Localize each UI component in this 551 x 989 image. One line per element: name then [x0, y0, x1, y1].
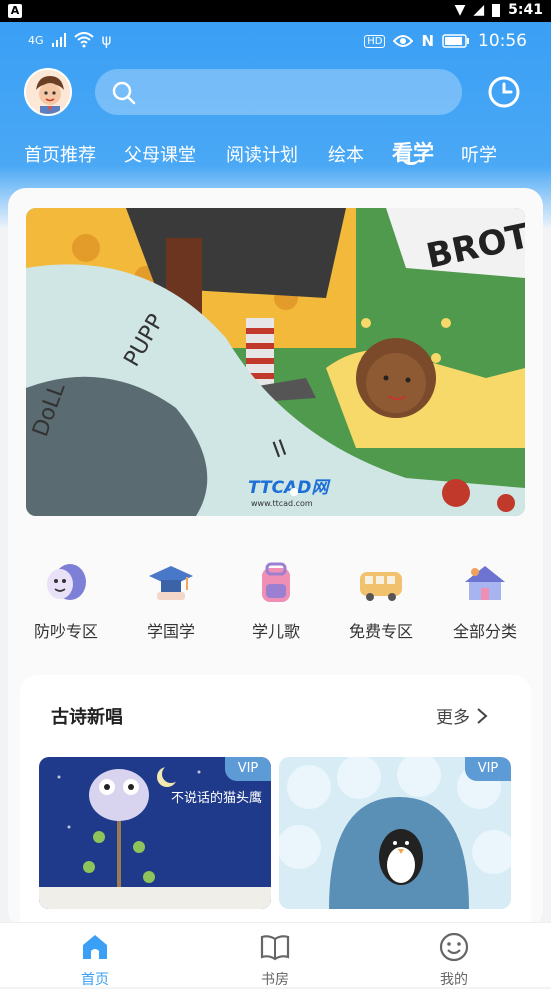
house-icon	[465, 566, 505, 600]
book-card[interactable]: 不说话的猫头鹰 VIP	[39, 757, 271, 909]
system-status-bar: A ▼ ◢ 5:41	[0, 0, 551, 22]
history-clock-icon[interactable]	[486, 74, 522, 110]
nav-label: 首页	[81, 972, 109, 988]
theater-mask-icon	[47, 564, 86, 600]
category-nursery-rhymes[interactable]: 学儿歌	[231, 560, 321, 642]
book-card[interactable]: VIP	[279, 757, 511, 909]
smiley-icon	[439, 932, 469, 962]
nav-label: 书房	[261, 972, 289, 988]
home-icon	[83, 935, 107, 959]
category-guoxue[interactable]: 学国学	[126, 560, 216, 642]
status-bar: 4G ψ HD N 10:56	[0, 22, 551, 60]
more-label: 更多	[436, 708, 470, 728]
nav-study[interactable]: 书房	[235, 931, 315, 989]
avatar[interactable]	[24, 68, 72, 116]
section-title: 古诗新唱	[51, 707, 123, 728]
category-quiet-zone[interactable]: 防吵专区	[21, 560, 111, 642]
signal-icon	[51, 33, 66, 47]
status-time: 10:56	[478, 31, 527, 51]
signal-icon: ◢	[473, 2, 485, 18]
graduation-cap-icon	[149, 566, 193, 600]
category-label: 学儿歌	[251, 622, 300, 641]
backpack-icon	[262, 562, 290, 602]
banner-carousel[interactable]: BROT DoLL PUPP II TTCAD网 www.ttcad.com	[26, 208, 525, 516]
hd-icon: HD	[364, 34, 386, 48]
category-label: 全部分类	[452, 622, 517, 641]
wifi-icon	[73, 32, 94, 48]
tab-reading-plan[interactable]: 阅读计划	[226, 141, 298, 167]
usb-icon: ψ	[101, 31, 112, 49]
book-icon	[260, 935, 290, 961]
nfc-icon: N	[421, 32, 434, 50]
nav-mine[interactable]: 我的	[414, 931, 494, 989]
category-label: 防吵专区	[33, 622, 98, 641]
bottom-navigation: 首页 书房 我的	[0, 922, 551, 989]
category-label: 免费专区	[348, 622, 413, 641]
battery-icon	[492, 3, 501, 17]
system-time: 5:41	[508, 2, 543, 18]
wifi-icon: ▼	[454, 2, 466, 18]
nav-home[interactable]: 首页	[55, 931, 135, 989]
category-tabs: 首页推荐 父母课堂 阅读计划 绘本 看学 听学	[0, 135, 551, 175]
carousel-dot	[290, 488, 298, 496]
vip-badge: VIP	[465, 757, 511, 781]
category-free-zone[interactable]: 免费专区	[336, 560, 426, 642]
section-more-link[interactable]: 更多	[436, 703, 488, 728]
watermark-text: TTCAD网	[248, 478, 331, 498]
eye-icon	[393, 35, 414, 47]
tab-listen-learn[interactable]: 听学	[461, 141, 497, 167]
battery-icon	[442, 34, 469, 48]
vip-badge: VIP	[225, 757, 271, 781]
search-input[interactable]	[95, 69, 462, 115]
tab-picture-books[interactable]: 绘本	[328, 141, 364, 167]
notification-icon: A	[8, 4, 22, 18]
tab-recommend[interactable]: 首页推荐	[24, 141, 96, 167]
tab-parent-class[interactable]: 父母课堂	[124, 141, 196, 167]
category-all[interactable]: 全部分类	[440, 560, 530, 642]
banner-illustration: BROT DoLL PUPP II TTCAD网 www.ttcad.com	[26, 208, 525, 516]
school-bus-icon	[360, 572, 402, 601]
category-label: 学国学	[146, 622, 195, 641]
nav-label: 我的	[440, 972, 468, 988]
chevron-right-icon	[477, 707, 488, 724]
search-icon	[112, 81, 136, 105]
book-cover-title: 不说话的猫头鹰	[171, 790, 262, 806]
network-type: 4G	[28, 33, 44, 47]
watermark-url: www.ttcad.com	[251, 499, 313, 508]
